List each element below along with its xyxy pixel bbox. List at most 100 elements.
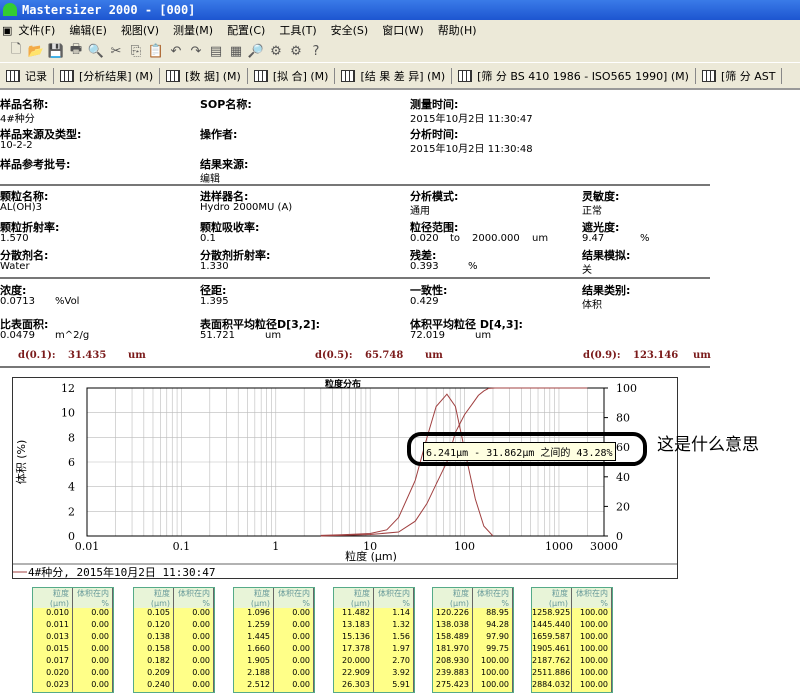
tab-0[interactable]: 记录 bbox=[0, 67, 54, 84]
table-row: 120.226 88.95 bbox=[433, 608, 513, 620]
y2-tick-label: 20 bbox=[616, 500, 630, 513]
gear-icon[interactable]: ⚙ bbox=[266, 44, 286, 59]
tab-5[interactable]: [筛 分 BS 410 1986 - ISO565 1990] (M) bbox=[452, 67, 696, 84]
report-icon[interactable]: ▤ bbox=[206, 44, 226, 59]
table-row: 0.105 0.00 bbox=[134, 608, 214, 620]
table-row: 20.000 2.70 bbox=[334, 656, 414, 668]
table-row: 0.011 0.00 bbox=[33, 620, 113, 632]
paste-icon[interactable]: 📋 bbox=[146, 44, 166, 59]
menu-item[interactable]: 帮助(H) bbox=[438, 22, 477, 38]
new-icon[interactable]: 🗋 bbox=[6, 40, 26, 62]
menu-item[interactable]: 测量(M) bbox=[173, 22, 213, 38]
d10-unit: um bbox=[128, 350, 146, 361]
table-cell: 2511.886 bbox=[532, 668, 572, 680]
measure-time-value: 2015年10月2日 11:30:47 bbox=[410, 114, 533, 125]
cut-icon[interactable]: ✂ bbox=[106, 44, 126, 59]
open-icon[interactable]: 📂 bbox=[26, 44, 46, 59]
x-tick-label: 3000 bbox=[590, 540, 618, 553]
table-cell: 0.00 bbox=[174, 632, 214, 644]
d10-value: 31.435 bbox=[68, 350, 107, 361]
table-cell: 97.90 bbox=[473, 632, 513, 644]
tab-4[interactable]: [结 果 差 异] (M) bbox=[335, 67, 453, 84]
sensitivity-value: 正常 bbox=[582, 206, 602, 217]
divider bbox=[0, 366, 710, 368]
undo-icon[interactable]: ↶ bbox=[166, 44, 186, 59]
print-preview-icon[interactable]: 🔍 bbox=[86, 44, 106, 59]
table-cell: 0.023 bbox=[33, 680, 73, 692]
residual-unit: % bbox=[468, 261, 478, 272]
x-axis-label: 粒度 (μm) bbox=[345, 549, 397, 563]
table-row: 0.023 0.00 bbox=[33, 680, 113, 692]
grid-icon bbox=[458, 69, 473, 82]
chart-tooltip: 6.241μm - 31.862μm 之间的 43.28% bbox=[423, 442, 616, 461]
table-cell: 0.00 bbox=[274, 620, 314, 632]
settings-icon[interactable]: ▦ bbox=[226, 44, 246, 59]
tab-2[interactable]: [数 据] (M) bbox=[160, 67, 248, 84]
copy-icon[interactable]: ⎘ bbox=[126, 44, 146, 59]
table-cell: 0.158 bbox=[134, 644, 174, 656]
analysis-mode-value: 通用 bbox=[410, 206, 430, 217]
menu-item[interactable]: 工具(T) bbox=[279, 22, 316, 38]
table-cell: 1.660 bbox=[234, 644, 274, 656]
print-icon[interactable]: 🖶 bbox=[66, 40, 86, 62]
tab-3[interactable]: [拟 合] (M) bbox=[248, 67, 336, 84]
table-row: 1.445 0.00 bbox=[234, 632, 314, 644]
d50-label: d(0.5): bbox=[315, 350, 353, 361]
table-row: 0.240 0.00 bbox=[134, 680, 214, 692]
table-cell: 15.136 bbox=[334, 632, 374, 644]
table-row: 0.020 0.00 bbox=[33, 668, 113, 680]
table-cell: 100.00 bbox=[572, 608, 612, 620]
table-cell: 2187.762 bbox=[532, 656, 572, 668]
table-row: 2511.886 100.00 bbox=[532, 668, 612, 680]
table-cell: 1905.461 bbox=[532, 644, 572, 656]
table-cell: 0.138 bbox=[134, 632, 174, 644]
concentration-value: 0.0713 bbox=[0, 296, 35, 307]
table-row: 138.038 94.28 bbox=[433, 620, 513, 632]
table-row: 0.017 0.00 bbox=[33, 656, 113, 668]
d32-unit: um bbox=[265, 330, 282, 341]
table-row: 275.423 100.00 bbox=[433, 680, 513, 692]
menu-item[interactable]: 窗口(W) bbox=[382, 22, 423, 38]
menu-item[interactable]: 文件(F) bbox=[18, 22, 55, 38]
gear2-icon[interactable]: ⚙ bbox=[286, 44, 306, 59]
menu-item[interactable]: 编辑(E) bbox=[69, 22, 107, 38]
menu-item[interactable]: 视图(V) bbox=[121, 22, 159, 38]
concentration-unit: %Vol bbox=[55, 296, 80, 307]
table-cell: 0.00 bbox=[174, 620, 214, 632]
table-cell: 0.011 bbox=[33, 620, 73, 632]
save-icon[interactable]: 💾 bbox=[46, 44, 66, 59]
x-tick-label: 0.1 bbox=[173, 540, 191, 553]
table-row: 2884.032 100.00 bbox=[532, 680, 612, 692]
table-row: 208.930 100.00 bbox=[433, 656, 513, 668]
residual-value: 0.393 bbox=[410, 261, 439, 272]
table-header: 体积在内 % bbox=[274, 588, 314, 608]
y-axis-label: 体积 (%) bbox=[14, 440, 28, 485]
table-cell: 2.512 bbox=[234, 680, 274, 692]
table-cell: 181.970 bbox=[433, 644, 473, 656]
redo-icon[interactable]: ↷ bbox=[186, 44, 206, 59]
table-cell: 0.00 bbox=[274, 656, 314, 668]
table-row: 0.013 0.00 bbox=[33, 632, 113, 644]
x-tick-label: 1 bbox=[272, 540, 279, 553]
size-table: 粒度 (μm) 体积在内 % 120.226 88.95 138.038 94.28 158… bbox=[432, 587, 514, 693]
toolbar: 🗋 📂 💾 🖶 🔍 ✂ ⎘ 📋 ↶ ↷ ▤ ▦ 🔎 ⚙ ⚙? bbox=[0, 40, 800, 62]
table-cell: 0.020 bbox=[33, 668, 73, 680]
table-row: 0.158 0.00 bbox=[134, 644, 214, 656]
table-cell: 275.423 bbox=[433, 680, 473, 692]
table-cell: 2.188 bbox=[234, 668, 274, 680]
y-tick-label: 6 bbox=[68, 456, 75, 469]
tab-6[interactable]: [筛 分 AST bbox=[696, 67, 783, 84]
search-icon[interactable]: 🔎 bbox=[246, 44, 266, 59]
table-cell: 158.489 bbox=[433, 632, 473, 644]
table-cell: 0.120 bbox=[134, 620, 174, 632]
tab-label: [拟 合] (M) bbox=[272, 69, 329, 83]
tab-1[interactable]: [分析结果] (M) bbox=[54, 67, 161, 84]
tab-label: [结 果 差 异] (M) bbox=[360, 69, 446, 83]
table-header: 粒度 (μm) bbox=[532, 588, 572, 608]
menu-item[interactable]: 安全(S) bbox=[331, 22, 369, 38]
help-icon[interactable]: ? bbox=[306, 44, 326, 59]
table-cell: 100.00 bbox=[572, 632, 612, 644]
annotation-text: 这是什么意思 bbox=[657, 435, 759, 455]
table-cell: 0.017 bbox=[33, 656, 73, 668]
menu-item[interactable]: 配置(C) bbox=[227, 22, 265, 38]
